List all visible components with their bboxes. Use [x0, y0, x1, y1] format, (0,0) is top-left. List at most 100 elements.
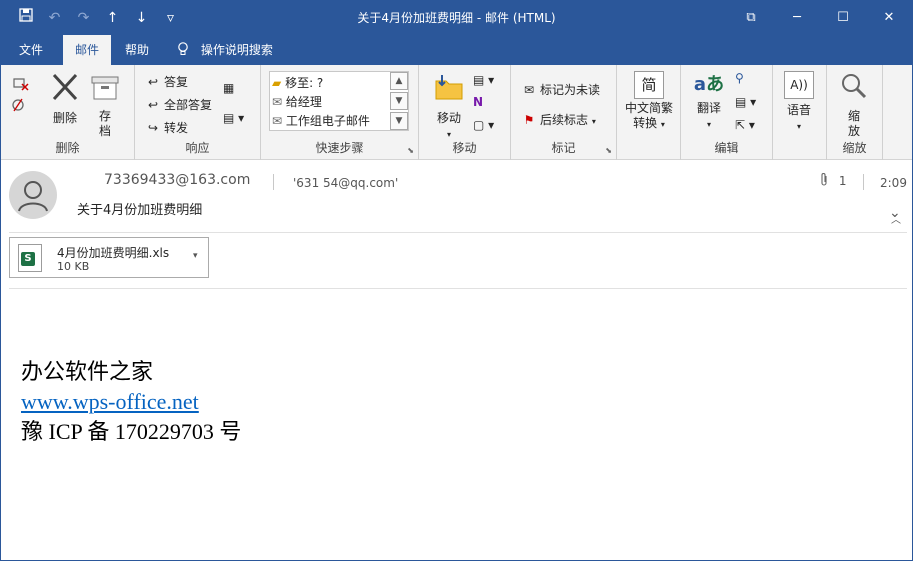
envelope-icon: ✉: [523, 83, 535, 97]
group-zoom: 缩 放 缩放: [827, 65, 883, 160]
translate-icon: aあ: [693, 74, 725, 95]
follow-up-label: 后续标志: [540, 113, 589, 127]
follow-up-dropdown-icon: ▾: [591, 117, 596, 126]
expand-header-icon[interactable]: ⌄: [889, 205, 901, 221]
group-editing: aあ 翻译 ▾ ⚲ ▤ ▾ ⇱ ▾ 编辑: [681, 65, 773, 160]
group-label-zoom: 缩放: [842, 141, 867, 155]
zoom-button[interactable]: 缩 放: [837, 71, 871, 139]
find-icon[interactable]: ⚲: [735, 71, 744, 85]
tab-message[interactable]: 邮件: [63, 35, 112, 65]
move-dropdown-icon: ▾: [446, 130, 451, 139]
quick-step-label: 工作组电子邮件: [285, 114, 370, 128]
forward-label: 转发: [164, 121, 189, 135]
group-quick-steps: ▰ 移至: ? ✉ 给经理 ✉ 工作组电子邮件 ▲ ▼ ▼ 快速步骤 ⬊: [261, 65, 419, 160]
close-button[interactable]: ✕: [866, 1, 912, 35]
avatar: [9, 171, 57, 219]
gallery-scroll-up-icon[interactable]: ▲: [390, 72, 408, 90]
chinese-conversion-icon: 简: [634, 71, 664, 99]
group-speech: A)) 语音 ▾: [773, 65, 827, 160]
recipient-address[interactable]: '631 54@qq.com': [293, 176, 398, 190]
forward-button[interactable]: ↪ 转发: [145, 119, 188, 136]
header-divider: [9, 232, 907, 233]
lightbulb-icon: [177, 42, 201, 57]
read-aloud-button[interactable]: A)) 语音 ▾: [781, 71, 817, 132]
more-respond-icon[interactable]: ▤ ▾: [223, 111, 244, 125]
group-chinese-conversion: 简 中文简繁 转换 ▾: [617, 65, 681, 160]
select-button[interactable]: ⇱ ▾: [735, 118, 755, 132]
previous-item-icon[interactable]: ↑: [98, 8, 127, 28]
attachment-card[interactable]: S 4月份加班费明细.xls 10 KB ▾: [9, 237, 209, 278]
redo-icon[interactable]: ↷: [69, 8, 98, 28]
tell-me-search[interactable]: 操作说明搜索: [167, 35, 285, 65]
attachment-name: 4月份加班费明细.xls: [57, 246, 170, 260]
save-icon[interactable]: [11, 8, 40, 28]
move-folder-icon: [429, 73, 469, 109]
group-label-respond: 响应: [185, 141, 210, 155]
ignore-button[interactable]: [9, 75, 33, 122]
tab-help[interactable]: 帮助: [113, 35, 161, 65]
quick-step-to-manager[interactable]: ✉ 给经理: [272, 93, 322, 110]
next-item-icon[interactable]: ↓: [127, 8, 156, 28]
tags-dialog-launcher-icon[interactable]: ⬊: [605, 146, 612, 155]
customize-qat-icon[interactable]: ▿: [156, 8, 185, 28]
quick-access-toolbar: ↶ ↷ ↑ ↓ ▿: [11, 8, 185, 28]
move-button[interactable]: 移动 ▾: [429, 73, 469, 140]
group-move: 移动 ▾ ▤ ▾ N ▢ ▾ 移动: [419, 65, 511, 160]
onenote-icon[interactable]: N: [473, 95, 483, 109]
message-time: 2:09: [880, 176, 907, 190]
quick-step-label: 移至: ?: [285, 76, 324, 90]
quick-step-label: 给经理: [285, 95, 322, 109]
mark-unread-button[interactable]: ✉ 标记为未读: [521, 81, 600, 98]
quick-step-move-to[interactable]: ▰ 移至: ?: [272, 74, 323, 91]
divider: [863, 174, 864, 190]
group-label-delete: 删除: [55, 141, 80, 155]
zoom-label-1: 缩: [847, 109, 860, 123]
reply-button[interactable]: ↩ 答复: [145, 73, 188, 90]
speech-button-label: 语音: [786, 103, 811, 117]
group-label-editing: 编辑: [714, 141, 739, 155]
folder-icon: ▰: [272, 76, 282, 90]
gallery-scroll-down-icon[interactable]: ▼: [390, 92, 408, 110]
quick-step-team-email[interactable]: ✉ 工作组电子邮件: [272, 112, 370, 129]
delete-x-icon: [45, 73, 85, 109]
speech-dropdown-icon: ▾: [796, 122, 801, 131]
reply-all-button[interactable]: ↩ 全部答复: [145, 96, 212, 113]
ribbon-display-options-icon[interactable]: ⧉: [728, 1, 774, 35]
tab-file[interactable]: 文件: [7, 35, 55, 65]
mail-icon: ✉: [272, 114, 283, 128]
rules-button[interactable]: ▤ ▾: [473, 73, 494, 87]
delete-button[interactable]: 删除: [45, 73, 85, 126]
move-label: 移动: [436, 111, 461, 125]
group-label-tags: 标记: [551, 141, 576, 155]
group-label-quick-steps: 快速步骤: [315, 141, 364, 155]
magnifier-icon: [837, 71, 871, 109]
minimize-button[interactable]: ─: [774, 1, 820, 35]
reply-all-label: 全部答复: [164, 98, 213, 112]
body-line-1: 办公软件之家: [21, 359, 154, 384]
undo-icon[interactable]: ↶: [40, 8, 69, 28]
attachment-dropdown-icon[interactable]: ▾: [193, 251, 198, 261]
archive-icon: [87, 73, 123, 109]
archive-button[interactable]: 存 档: [87, 73, 123, 139]
reply-icon: ↩: [147, 75, 159, 89]
gallery-more-icon[interactable]: ▼: [390, 112, 408, 130]
meeting-reply-icon[interactable]: ▦: [223, 81, 234, 95]
chinese-conversion-button[interactable]: 简 中文简繁 转换 ▾: [621, 71, 677, 132]
translate-button[interactable]: aあ 翻译 ▾: [689, 71, 729, 130]
actions-button[interactable]: ▢ ▾: [473, 118, 494, 132]
tell-me-label: 操作说明搜索: [200, 43, 273, 57]
archive-label-2: 档: [98, 124, 111, 138]
divider: [273, 174, 274, 190]
attachment-size: 10 KB: [57, 260, 90, 273]
maximize-button[interactable]: ☐: [820, 1, 866, 35]
follow-up-button[interactable]: ⚑ 后续标志 ▾: [521, 111, 596, 128]
body-link[interactable]: www.wps-office.net: [21, 389, 199, 414]
mark-unread-label: 标记为未读: [540, 83, 601, 97]
related-button[interactable]: ▤ ▾: [735, 95, 756, 109]
translate-dropdown-icon: ▾: [706, 120, 711, 129]
sender-address[interactable]: 73369433@163.com: [104, 172, 250, 188]
delete-label: 删除: [52, 111, 77, 125]
ribbon-tabs: 文件 邮件 帮助 操作说明搜索: [1, 35, 912, 65]
message-body: 办公软件之家 www.wps-office.net 豫 ICP 备 170229…: [21, 357, 241, 447]
dialog-launcher-icon[interactable]: ⬊: [407, 146, 414, 155]
